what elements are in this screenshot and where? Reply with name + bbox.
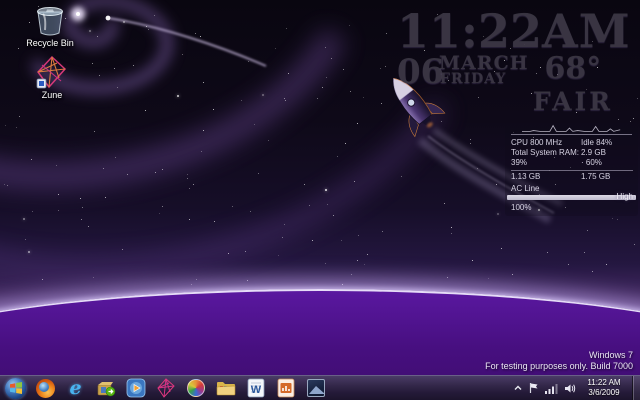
tray-clock[interactable]: 11:22 AM 3/6/2009 [582,378,626,398]
cpu-row: CPU 800 MHz Idle 84% [511,138,633,147]
taskbar-photo-viewer[interactable] [305,378,326,399]
gadget-weather: 68° FAIR [532,51,613,116]
firefox-icon [36,378,55,398]
power-level: High [616,191,633,201]
cpu-label: CPU 800 MHz [511,138,563,147]
word-icon: W [247,378,264,398]
zune-taskbar-icon [156,378,175,398]
taskbar-buttons: e W [0,376,326,400]
powerpoint-icon [277,378,294,398]
folder-icon [216,382,235,396]
zune-icon [36,55,67,89]
system-tray: 11:22 AM 3/6/2009 [514,376,640,400]
ram-row: Total System RAM: 2.9 GB [511,148,633,157]
gadget-condition: FAIR [532,87,613,116]
cpu-sparkline [511,124,632,135]
taskbar-windows-media-player[interactable] [125,378,146,399]
ram-pct-row: 39% · 60% [511,158,633,167]
desktop-icon-zune[interactable]: Zune [16,55,88,100]
show-hidden-icons-button[interactable] [514,384,522,392]
power-label: AC Line [511,183,540,193]
action-center-flag-icon[interactable] [528,382,539,394]
svg-text:W: W [250,384,261,396]
windows-logo-icon [5,377,26,399]
taskbar-zune[interactable] [155,378,176,399]
tray-date: 3/6/2009 [588,388,620,397]
ram-free: 1.75 GB [581,171,611,181]
taskbar-word[interactable]: W [245,378,266,399]
internet-explorer-icon: e [69,376,82,399]
network-icon[interactable] [545,383,558,394]
watermark-line1: Windows 7 [588,349,633,360]
clock-weather-gadget[interactable]: 11:22 AM 06 MARCH FRIDAY 68° FAIR [393,4,635,120]
gadget-meridiem: AM [542,4,631,58]
volume-icon[interactable] [564,383,576,394]
ram-gb-row: 1.13 GB 1.75 GB [511,172,633,181]
power-bar: High [507,191,636,201]
tray-time: 11:22 AM [587,378,621,387]
show-desktop-button[interactable] [632,376,640,400]
desktop-icon-label: Zune [41,90,63,100]
taskbar-powerpoint[interactable] [275,378,296,399]
ram-used-pct: 39% [511,158,528,168]
divider [511,169,633,171]
gadget-time: 11:22 [397,4,543,58]
desktop: Recycle Bin Zune 11:22 AM 06 MARCH FRIDA… [0,0,640,400]
photo-viewer-icon [306,379,325,397]
recycle-bin-icon [37,7,63,36]
taskbar-software-box[interactable] [95,378,116,399]
desktop-icon-recycle-bin[interactable]: Recycle Bin [14,5,86,48]
desktop-icon-label: Recycle Bin [26,38,74,48]
ram-free-pct: · 60% [581,158,602,168]
gadget-weekday: FRIDAY [440,71,507,87]
taskbar-internet-explorer[interactable]: e [65,378,86,399]
power-pct: 100% [511,202,532,212]
watermark-line2: For testing purposes only. Build 7000 [485,361,633,372]
ram-label: Total System RAM: [511,148,580,158]
media-player-icon [126,378,145,398]
ram-total: 2.9 GB [581,148,606,158]
cpu-idle: Idle 84% [581,138,613,147]
taskbar-photo-gallery[interactable] [185,378,206,399]
ram-used: 1.13 GB [511,171,541,181]
start-button[interactable] [5,377,26,399]
taskbar: e W 11:22 AM 3/6/2009 [0,375,640,400]
photo-gallery-icon [186,379,205,397]
software-box-icon [97,382,115,397]
gadget-day: 06 [397,52,445,92]
system-monitor-gadget[interactable]: CPU 800 MHz Idle 84% Total System RAM: 2… [505,121,638,217]
gadget-temperature: 68° [544,51,602,86]
taskbar-firefox[interactable] [35,378,56,399]
build-watermark: Windows 7 For testing purposes only. Bui… [485,350,633,373]
taskbar-windows-explorer[interactable] [215,378,236,399]
